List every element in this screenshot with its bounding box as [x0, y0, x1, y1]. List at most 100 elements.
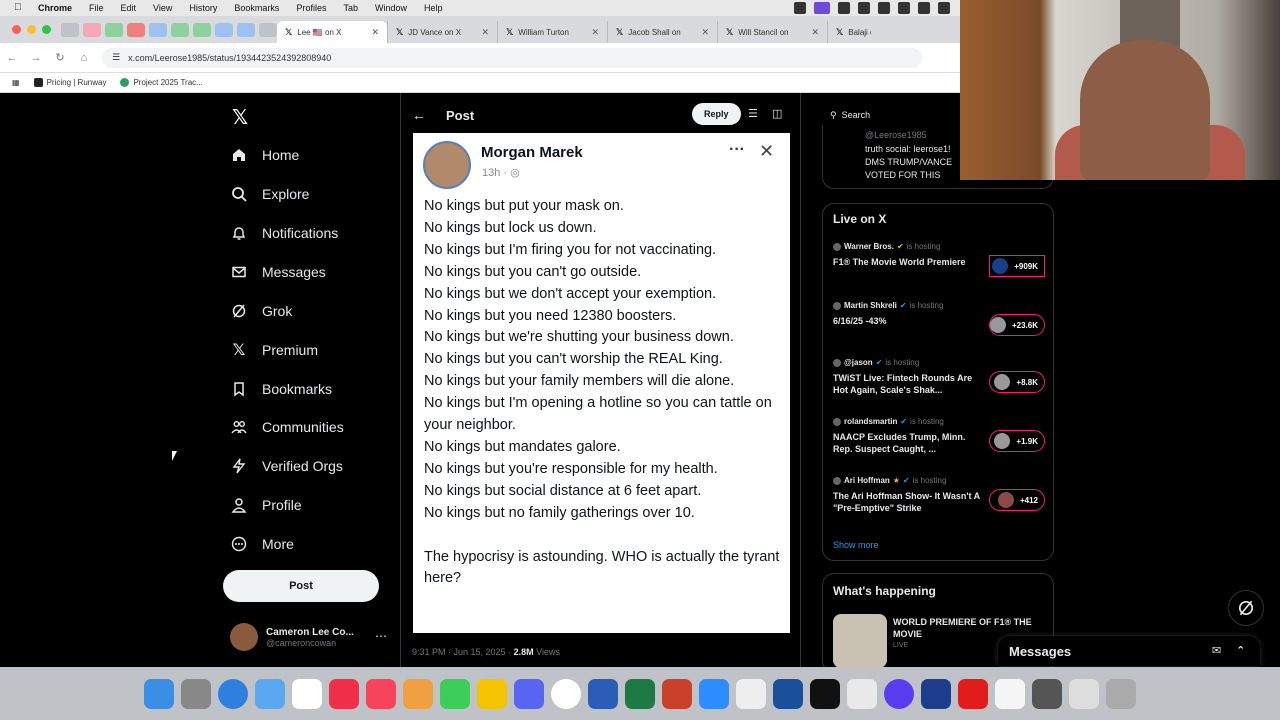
- tray-icon[interactable]: [898, 2, 910, 14]
- finder-icon[interactable]: [144, 678, 174, 709]
- pinned-tab[interactable]: [215, 23, 233, 37]
- pinned-tab[interactable]: [237, 23, 255, 37]
- x-logo-icon[interactable]: 𝕏: [232, 105, 248, 130]
- pinned-tab[interactable]: [149, 23, 167, 37]
- nav-home[interactable]: Home: [230, 143, 299, 167]
- discord-icon[interactable]: [514, 678, 544, 709]
- photos-icon[interactable]: [403, 678, 433, 709]
- music-icon[interactable]: [366, 678, 396, 709]
- show-more-link[interactable]: Show more: [833, 540, 879, 550]
- settings-icon[interactable]: [181, 678, 211, 709]
- chrome-icon[interactable]: [551, 678, 581, 709]
- close-tab-icon[interactable]: ✕: [481, 27, 489, 38]
- acrobat-icon[interactable]: [958, 678, 988, 709]
- pinned-tab[interactable]: [127, 23, 145, 37]
- calendar-icon[interactable]: [292, 678, 322, 709]
- minimize-window-icon[interactable]: [27, 25, 36, 34]
- chat-icon[interactable]: [884, 678, 914, 709]
- back-arrow-icon[interactable]: ←: [412, 107, 446, 123]
- menu-help[interactable]: Help: [424, 3, 443, 13]
- nav-messages[interactable]: Messages: [230, 260, 326, 284]
- close-tab-icon[interactable]: ✕: [811, 27, 819, 38]
- menu-view[interactable]: View: [153, 3, 172, 13]
- reply-button[interactable]: Reply: [692, 103, 741, 125]
- tab-jd-vance[interactable]: 𝕏 JD Vance on X ✕: [387, 21, 497, 43]
- bookmark-runway[interactable]: Pricing | Runway: [33, 78, 106, 87]
- live-item[interactable]: @jason ✔ is hosting TWiST Live: Fintech Ro…: [833, 358, 1045, 396]
- back-icon[interactable]: ←: [0, 52, 24, 64]
- menu-file[interactable]: File: [89, 3, 104, 13]
- wd-icon[interactable]: [921, 678, 951, 709]
- pinned-tab[interactable]: [193, 23, 211, 37]
- apps-grid-icon[interactable]: ▦: [12, 78, 20, 87]
- stocks-icon[interactable]: [847, 678, 877, 709]
- post-image[interactable]: Morgan Marek 13h · ◎ ··· ✕ No kings but …: [413, 133, 790, 633]
- appletv-icon[interactable]: [810, 678, 840, 709]
- pinned-tab[interactable]: [259, 23, 277, 37]
- live-icon[interactable]: [773, 678, 803, 709]
- bookmark-project-2025[interactable]: Project 2025 Trac...: [120, 78, 203, 87]
- live-item[interactable]: Martin Shkreli ✔ is hosting 6/16/25 -43% +…: [833, 301, 1045, 336]
- close-tab-icon[interactable]: ✕: [701, 27, 709, 38]
- layout-icon[interactable]: ◫: [772, 107, 782, 120]
- account-switcher[interactable]: Cameron Lee Co... @cameroncowan ⋯: [230, 623, 387, 651]
- trend-thumbnail[interactable]: [833, 614, 887, 668]
- nav-verified-orgs[interactable]: Verified Orgs: [230, 454, 343, 478]
- news-icon[interactable]: [329, 678, 359, 709]
- pinned-tab[interactable]: [83, 23, 101, 37]
- lx-icon[interactable]: [736, 678, 766, 709]
- menu-app[interactable]: Chrome: [38, 3, 72, 13]
- close-tab-icon[interactable]: ✕: [591, 27, 599, 38]
- tab-will-stancil[interactable]: 𝕏 Will Stancil on ✕: [717, 21, 827, 43]
- url-field[interactable]: ☰ x.com/Leerose1985/status/1934423524392…: [102, 47, 922, 68]
- nav-grok[interactable]: Grok: [230, 299, 292, 323]
- tab-jacob-shall[interactable]: 𝕏 Jacob Shall on ✕: [607, 21, 717, 43]
- nav-more[interactable]: More: [230, 532, 294, 556]
- menu-history[interactable]: History: [189, 3, 217, 13]
- post-button[interactable]: Post: [223, 570, 379, 602]
- nav-premium[interactable]: 𝕏 Premium: [230, 338, 318, 362]
- menu-window[interactable]: Window: [375, 3, 407, 13]
- forward-icon[interactable]: →: [24, 52, 48, 64]
- sliders-icon[interactable]: ☰: [748, 107, 758, 120]
- live-item[interactable]: rolandsmartin ✔ is hosting NAACP Excludes …: [833, 417, 1045, 455]
- tray-icon[interactable]: [878, 2, 890, 14]
- excel-icon[interactable]: [625, 678, 655, 709]
- reload-icon[interactable]: ↻: [48, 51, 72, 64]
- preview-icon[interactable]: [1069, 678, 1099, 709]
- menu-tab[interactable]: Tab: [343, 3, 358, 13]
- nav-explore[interactable]: Explore: [230, 182, 309, 206]
- pinned-tab[interactable]: [171, 23, 189, 37]
- more-icon[interactable]: ⋯: [375, 629, 387, 643]
- nav-notifications[interactable]: Notifications: [230, 221, 338, 245]
- safari-icon[interactable]: [218, 678, 248, 709]
- tab-william-turton[interactable]: 𝕏 William Turton ✕: [497, 21, 607, 43]
- tray-icon[interactable]: [794, 2, 806, 14]
- powerpoint-icon[interactable]: [662, 678, 692, 709]
- zoom-window-icon[interactable]: [42, 25, 51, 34]
- menu-edit[interactable]: Edit: [121, 3, 137, 13]
- new-message-icon[interactable]: ✉: [1212, 644, 1221, 657]
- tray-icon[interactable]: [858, 2, 870, 14]
- menu-profiles[interactable]: Profiles: [296, 3, 326, 13]
- word-icon[interactable]: [588, 678, 618, 709]
- nav-bookmarks[interactable]: Bookmarks: [230, 377, 332, 401]
- tab-balaji[interactable]: 𝕏 Balaji on: [827, 21, 879, 43]
- nav-profile[interactable]: Profile: [230, 493, 302, 517]
- tray-icon[interactable]: [938, 2, 950, 14]
- live-item[interactable]: Ari Hoffman ★ ✔ is hosting The Ari Hoffman …: [833, 476, 1045, 514]
- butterfly-icon[interactable]: [477, 678, 507, 709]
- screenshot-icon[interactable]: [1032, 678, 1062, 709]
- live-item[interactable]: Warner Bros. ✔ is hosting F1® The Movie Wo…: [833, 242, 1045, 277]
- pinned-tab[interactable]: [61, 23, 79, 37]
- mail-icon[interactable]: [255, 678, 285, 709]
- apple-icon[interactable]: : [14, 3, 24, 13]
- pinned-tab[interactable]: [105, 23, 123, 37]
- trash-icon[interactable]: [1106, 678, 1136, 709]
- expand-icon[interactable]: ⌃: [1236, 644, 1245, 657]
- messages-drawer[interactable]: Messages ✉ ⌃: [998, 636, 1260, 666]
- tab-lee[interactable]: 𝕏 Lee 🇺🇸 on X ✕: [277, 21, 387, 43]
- zoom-icon[interactable]: [699, 678, 729, 709]
- close-tab-icon[interactable]: ✕: [371, 27, 379, 38]
- home-icon[interactable]: ⌂: [72, 52, 96, 64]
